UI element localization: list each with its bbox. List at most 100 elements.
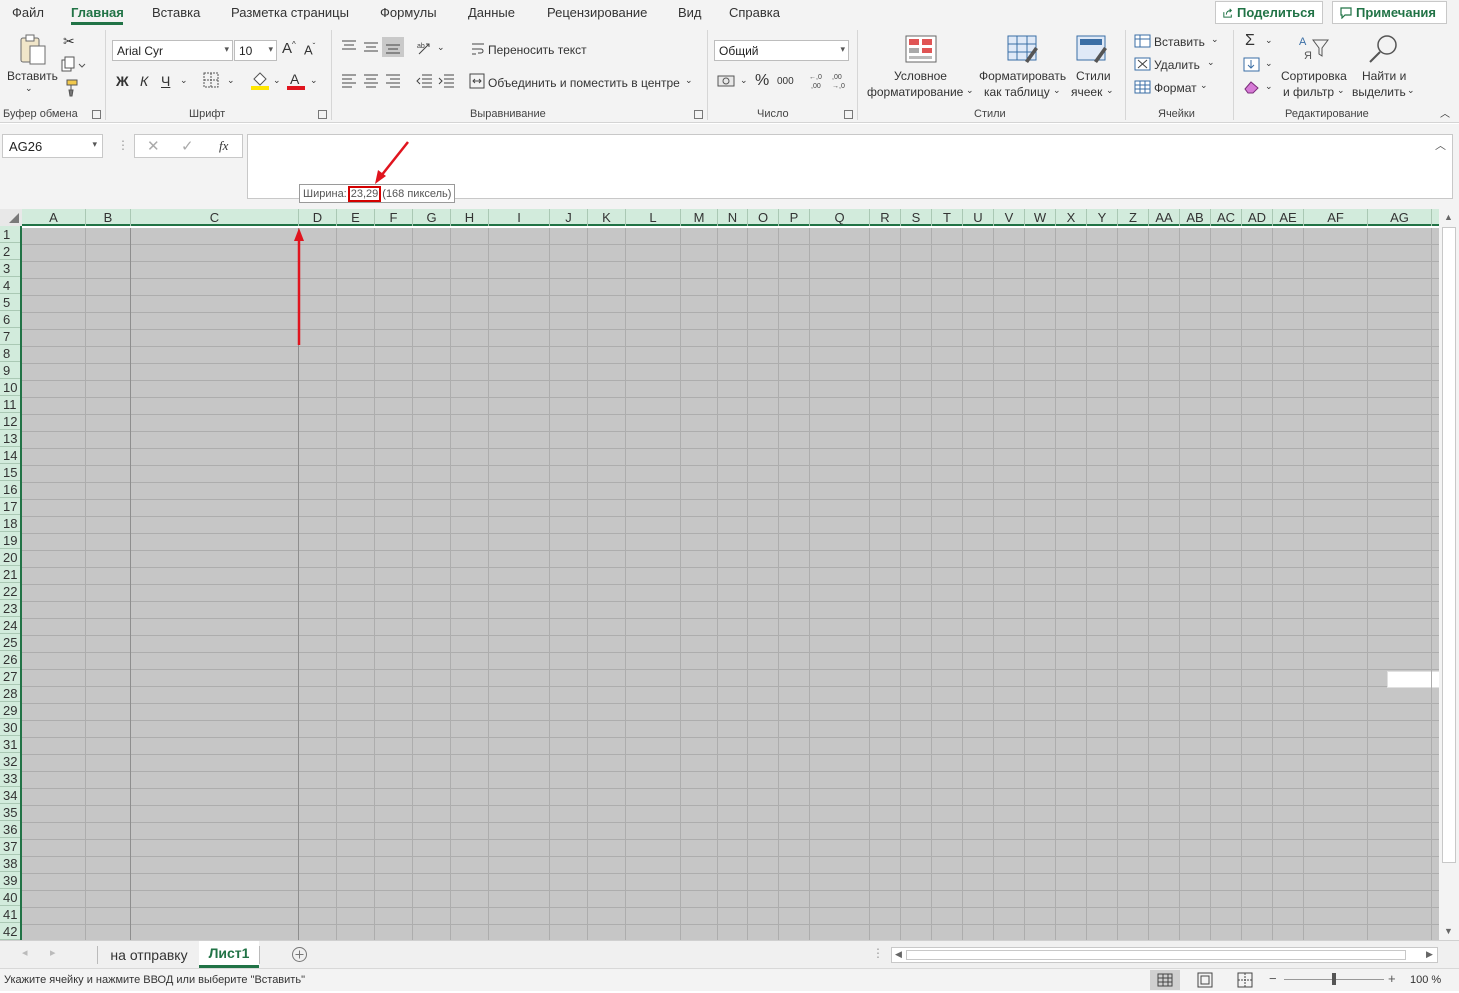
column-header-d[interactable]: D (299, 209, 337, 226)
insert-function-button[interactable]: fx (219, 139, 228, 152)
underline-dropdown-icon[interactable]: ⌄ (180, 76, 188, 85)
row-header-31[interactable]: 31 (0, 736, 20, 753)
italic-button[interactable]: К (140, 74, 148, 88)
cell-styles-dropdown-icon[interactable]: ⌄ (1106, 86, 1114, 95)
decrease-font-icon[interactable]: Aˇ (304, 43, 315, 57)
align-left-icon[interactable] (340, 72, 358, 88)
column-header-aa[interactable]: AA (1149, 209, 1180, 226)
column-header-u[interactable]: U (963, 209, 994, 226)
tab-splitter-icon[interactable]: ⋮ (872, 947, 884, 959)
row-header-38[interactable]: 38 (0, 855, 20, 872)
merge-icon[interactable] (469, 73, 485, 89)
menu-home[interactable]: Главная (71, 5, 124, 20)
row-header-15[interactable]: 15 (0, 464, 20, 481)
normal-view-button[interactable] (1150, 970, 1180, 990)
increase-font-icon[interactable]: A^ (282, 41, 296, 57)
column-header-n[interactable]: N (718, 209, 748, 226)
cancel-icon[interactable]: ✕ (147, 139, 160, 154)
scroll-left-icon[interactable]: ◀ (895, 950, 902, 959)
row-header-25[interactable]: 25 (0, 634, 20, 651)
row-header-19[interactable]: 19 (0, 532, 20, 549)
row-header-5[interactable]: 5 (0, 294, 20, 311)
select-all-button[interactable] (0, 209, 22, 226)
paste-dropdown-icon[interactable]: ⌄ (25, 84, 33, 93)
column-header-j[interactable]: J (550, 209, 588, 226)
delete-dropdown-icon[interactable]: ⌄ (1207, 58, 1215, 67)
find-select-icon[interactable] (1368, 34, 1400, 64)
column-header-w[interactable]: W (1025, 209, 1056, 226)
row-header-18[interactable]: 18 (0, 515, 20, 532)
row-header-33[interactable]: 33 (0, 770, 20, 787)
column-header-ad[interactable]: AD (1242, 209, 1273, 226)
vertical-scrollbar[interactable]: ▲ ▼ (1439, 209, 1459, 940)
column-header-l[interactable]: L (626, 209, 681, 226)
scroll-down-icon[interactable]: ▼ (1444, 927, 1453, 936)
paste-button[interactable]: Вставить (7, 69, 58, 83)
cell-grid[interactable] (22, 228, 1439, 940)
scroll-up-icon[interactable]: ▲ (1444, 213, 1453, 222)
autosum-icon[interactable]: Σ (1245, 33, 1255, 49)
number-launcher-icon[interactable] (844, 110, 853, 119)
fill-dropdown-icon[interactable]: ⌄ (1265, 59, 1273, 68)
menu-data[interactable]: Данные (468, 5, 515, 20)
sort-filter-line1[interactable]: Сортировка (1281, 69, 1347, 83)
align-middle-icon[interactable] (362, 39, 380, 55)
row-header-32[interactable]: 32 (0, 753, 20, 770)
row-header-8[interactable]: 8 (0, 345, 20, 362)
increase-indent-icon[interactable] (437, 72, 455, 88)
increase-decimal-icon[interactable]: ←,0,00 (807, 71, 827, 91)
format-as-table-icon[interactable] (1007, 35, 1039, 63)
column-header-f[interactable]: F (375, 209, 413, 226)
format-table-line2[interactable]: как таблицу (984, 85, 1050, 99)
copy-icon[interactable] (60, 56, 86, 74)
column-header-ag[interactable]: AG (1368, 209, 1432, 226)
conditional-formatting-line1[interactable]: Условное (894, 69, 947, 83)
currency-dropdown-icon[interactable]: ⌄ (740, 76, 748, 85)
find-select-line1[interactable]: Найти и (1362, 69, 1406, 83)
row-header-1[interactable]: 1 (0, 226, 20, 243)
sheet-tab-list1[interactable]: Лист1 (199, 941, 259, 968)
row-header-9[interactable]: 9 (0, 362, 20, 379)
column-header-b[interactable]: B (86, 209, 131, 226)
name-box-dropdown-icon[interactable]: ▾ (92, 139, 97, 150)
cell-styles-icon[interactable] (1076, 35, 1108, 63)
row-header-37[interactable]: 37 (0, 838, 20, 855)
menu-file[interactable]: Файл (12, 5, 44, 20)
font-name-combo[interactable]: Arial Cyr ▾ (112, 40, 233, 61)
menu-formulas[interactable]: Формулы (380, 5, 437, 20)
column-header-t[interactable]: T (932, 209, 963, 226)
format-table-line1[interactable]: Форматировать (979, 69, 1066, 83)
prev-sheet-icon[interactable]: ◂ (22, 948, 28, 959)
name-box[interactable]: AG26 ▾ (2, 134, 103, 158)
vertical-scroll-thumb[interactable] (1442, 227, 1456, 863)
cut-icon[interactable]: ✂ (63, 34, 75, 48)
insert-dropdown-icon[interactable]: ⌄ (1211, 35, 1219, 44)
column-header-i[interactable]: I (489, 209, 550, 226)
column-header-s[interactable]: S (901, 209, 932, 226)
menu-page-layout[interactable]: Разметка страницы (231, 5, 349, 20)
row-header-2[interactable]: 2 (0, 243, 20, 260)
borders-icon[interactable] (203, 72, 219, 88)
column-header-k[interactable]: K (588, 209, 626, 226)
page-layout-view-icon[interactable] (1196, 972, 1214, 988)
find-select-line2[interactable]: выделить (1352, 85, 1406, 99)
zoom-slider-thumb[interactable] (1332, 973, 1336, 985)
column-header-g[interactable]: G (413, 209, 451, 226)
row-header-28[interactable]: 28 (0, 685, 20, 702)
currency-icon[interactable] (717, 73, 737, 89)
column-header-p[interactable]: P (779, 209, 810, 226)
column-header-m[interactable]: M (681, 209, 718, 226)
wrap-text-button[interactable]: Переносить текст (488, 43, 587, 57)
merge-center-button[interactable]: Объединить и поместить в центре (488, 76, 680, 90)
sort-filter-line2[interactable]: и фильтр (1283, 85, 1334, 99)
column-header-q[interactable]: Q (810, 209, 870, 226)
font-size-combo[interactable]: 10 ▾ (234, 40, 277, 61)
row-header-41[interactable]: 41 (0, 906, 20, 923)
delete-cells-icon[interactable] (1134, 57, 1151, 71)
format-painter-icon[interactable] (61, 79, 79, 97)
column-header-ae[interactable]: AE (1273, 209, 1304, 226)
enter-icon[interactable]: ✓ (181, 139, 194, 154)
align-center-icon[interactable] (362, 72, 380, 88)
column-header-x[interactable]: X (1056, 209, 1087, 226)
sort-filter-icon[interactable]: AЯ (1298, 34, 1330, 62)
